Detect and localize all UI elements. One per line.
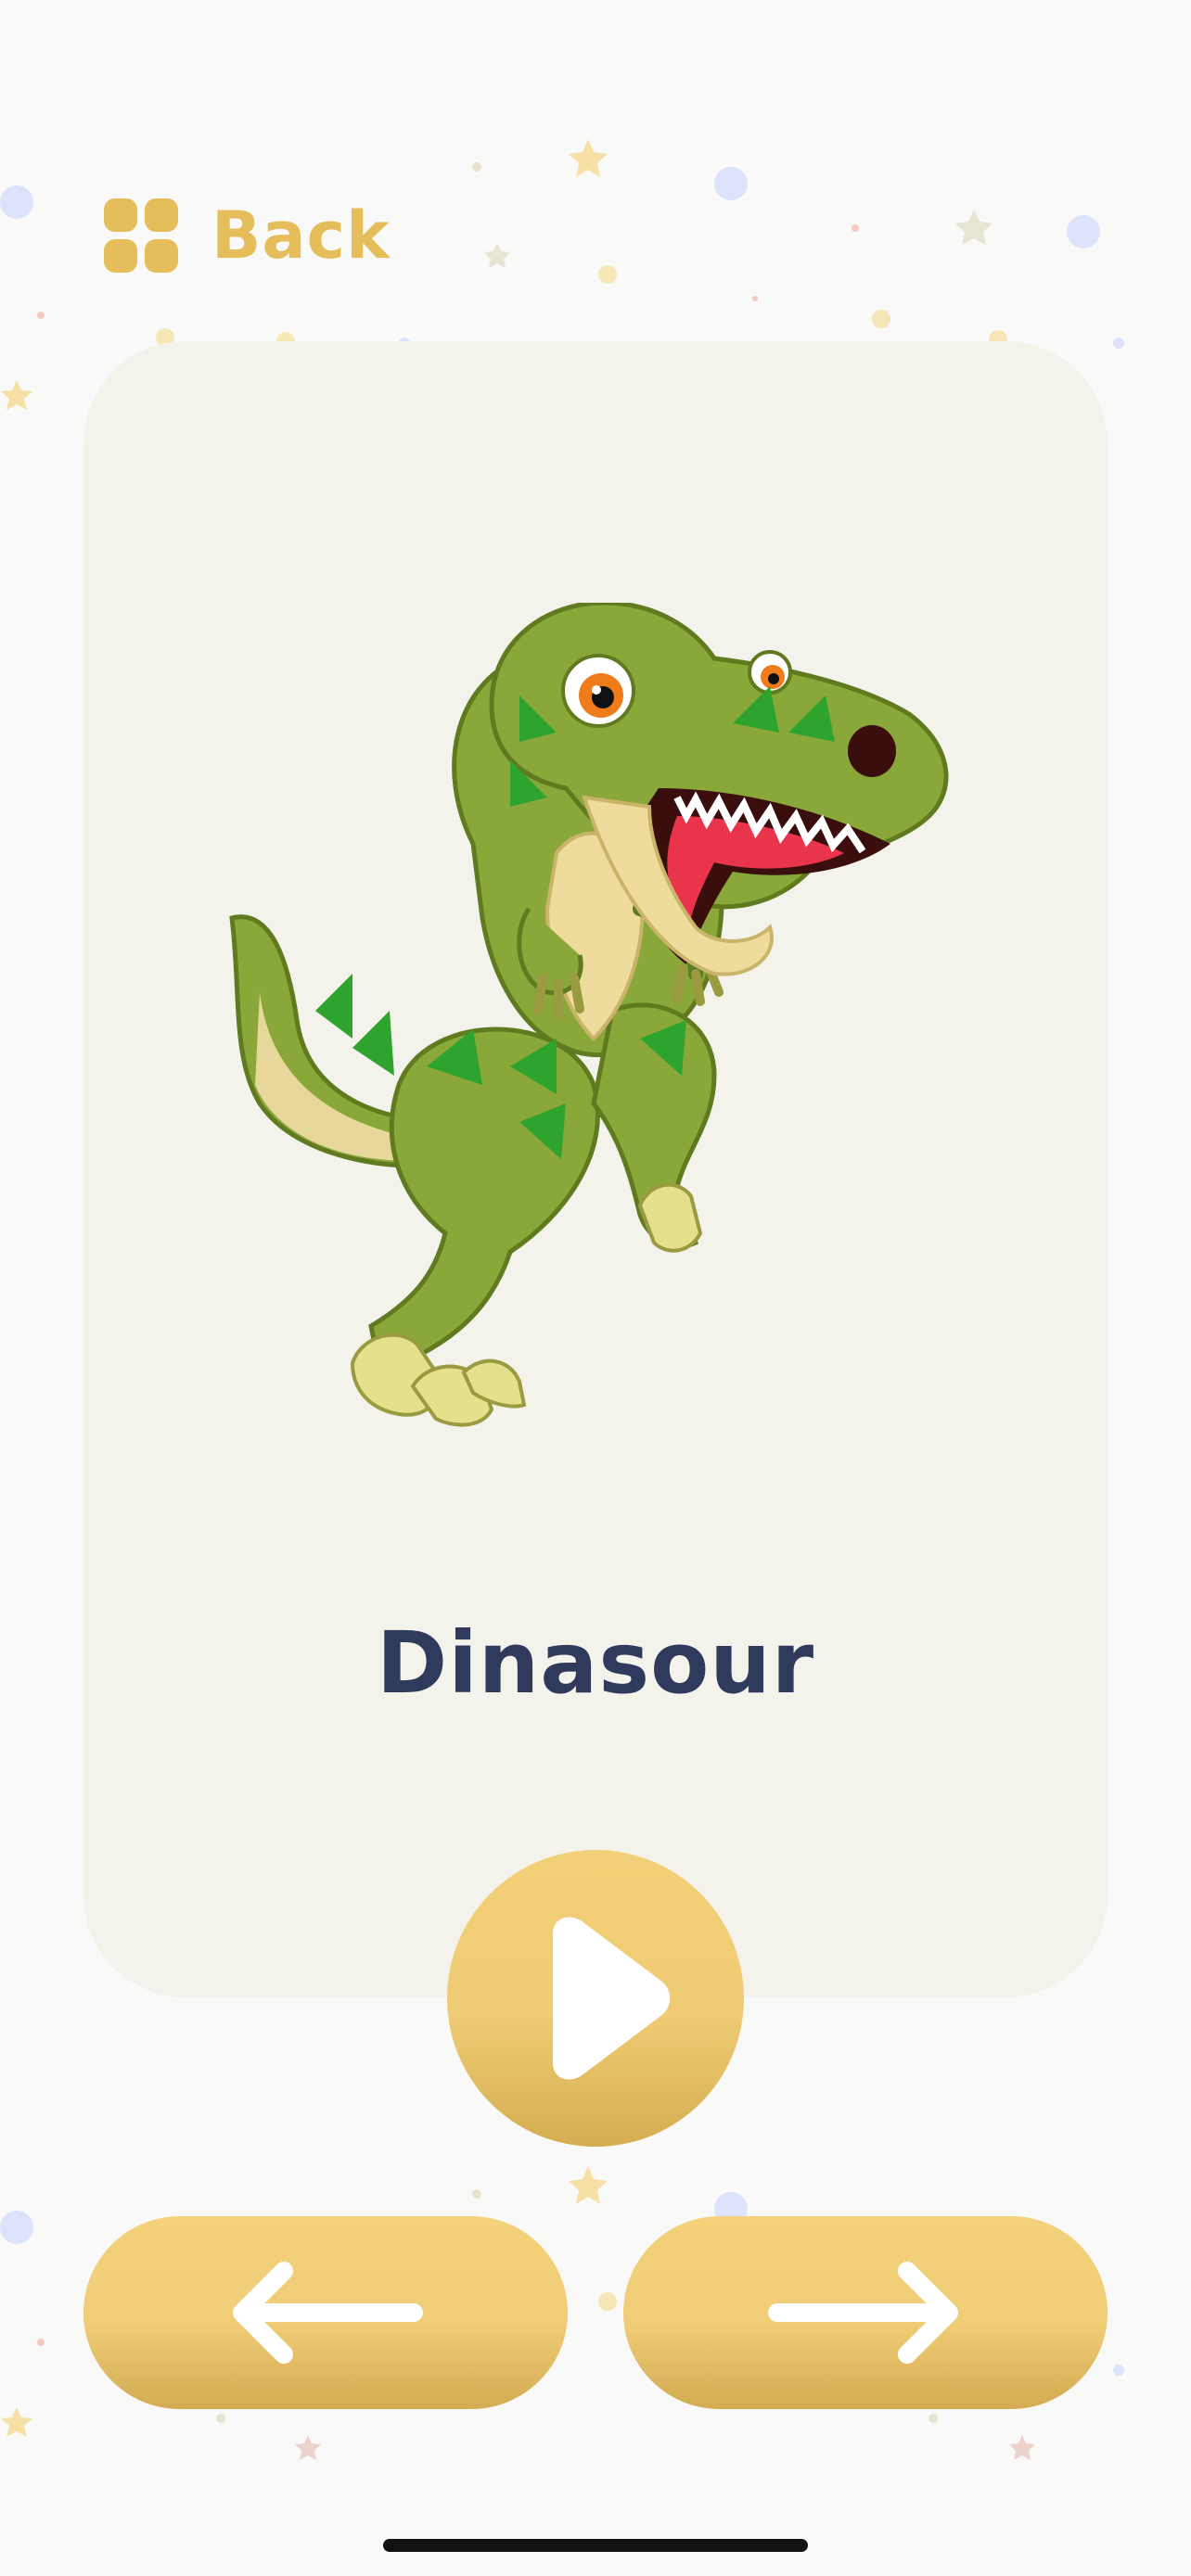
back-label: Back <box>211 198 391 274</box>
arrow-right-icon <box>768 2262 958 2364</box>
next-button[interactable] <box>623 2216 1108 2409</box>
grid-icon <box>104 198 178 273</box>
previous-button[interactable] <box>83 2216 568 2409</box>
arrow-left-icon <box>233 2262 423 2364</box>
play-icon <box>553 1917 671 2080</box>
back-button[interactable]: Back <box>104 191 391 280</box>
card-word: Dinasour <box>376 1613 815 1713</box>
home-indicator <box>383 2539 808 2552</box>
play-button[interactable] <box>447 1850 744 2147</box>
dinosaur-illustration <box>229 603 949 1427</box>
